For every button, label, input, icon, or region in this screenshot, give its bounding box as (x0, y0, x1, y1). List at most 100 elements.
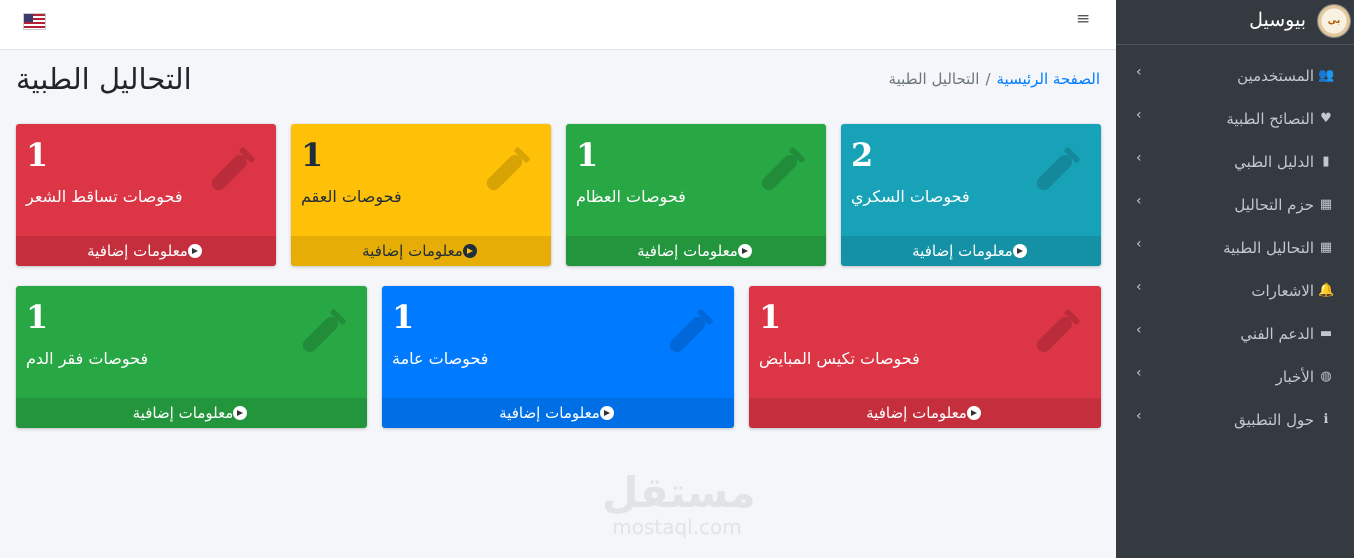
vial-icon (1036, 147, 1080, 191)
chevron-left-icon: ‹ (1136, 279, 1142, 295)
sidebar-item-label: حول التطبيق (1234, 411, 1314, 429)
box-count: 1 (576, 136, 599, 174)
top-navbar: ≡ (0, 0, 1116, 50)
box-title: فحوصات تكيس المبايض (759, 349, 920, 368)
more-info-link[interactable]: معلومات إضافية (841, 236, 1101, 266)
page-title: التحاليل الطبية (16, 62, 192, 96)
bars-icon[interactable]: ≡ (1076, 9, 1090, 29)
sidebar-item-news[interactable]: ◍ الأخبار ‹ (1116, 359, 1354, 402)
breadcrumb-home-link[interactable]: الصفحة الرئيسية (997, 70, 1101, 88)
table-icon: ▦ (1319, 197, 1333, 212)
box-count: 1 (26, 298, 49, 336)
arrow-circle-right-icon (233, 406, 248, 420)
more-info-label: معلومات إضافية (912, 242, 1013, 260)
more-info-label: معلومات إضافية (132, 404, 234, 422)
chevron-left-icon: ‹ (1136, 322, 1142, 338)
watermark: مستقل mostaql.com (602, 468, 756, 539)
chevron-left-icon: ‹ (1136, 408, 1142, 424)
arrow-circle-right-icon (462, 244, 477, 258)
sidebar-item-medical-guide[interactable]: ▮ الدليل الطبي ‹ (1116, 144, 1354, 187)
box-title: فحوصات تساقط الشعر (26, 187, 183, 206)
brand-name: بيوسيل (1249, 9, 1306, 31)
more-info-label: معلومات إضافية (637, 242, 738, 260)
small-box-anemia: 1 فحوصات فقر الدم معلومات إضافية (16, 286, 367, 428)
more-info-label: معلومات إضافية (362, 242, 463, 260)
box-title: فحوصات فقر الدم (26, 349, 149, 368)
info-icon: ℹ (1323, 412, 1329, 427)
breadcrumb: الصفحة الرئيسية / التحاليل الطبية (889, 70, 1100, 88)
sidebar-item-medical-tests[interactable]: ▦ التحاليل الطبية ‹ (1116, 230, 1354, 273)
sidebar-item-label: الاشعارات (1251, 282, 1314, 300)
vial-icon (1036, 309, 1080, 353)
box-count: 1 (392, 298, 415, 336)
chevron-left-icon: ‹ (1136, 150, 1142, 166)
watermark-latin: mostaql.com (612, 515, 742, 539)
table-icon: ▦ (1319, 240, 1333, 255)
chevron-left-icon: ‹ (1136, 236, 1142, 252)
users-icon: 👥 (1318, 68, 1335, 83)
small-box-diabetes: 2 فحوصات السكري معلومات إضافية (841, 124, 1101, 266)
small-box-pcos: 1 فحوصات تكيس المبايض معلومات إضافية (749, 286, 1101, 428)
sidebar-item-label: الدعم الفني (1240, 325, 1314, 343)
more-info-link[interactable]: معلومات إضافية (749, 398, 1101, 428)
chevron-left-icon: ‹ (1136, 64, 1142, 80)
box-count: 1 (26, 136, 49, 174)
box-count: 1 (759, 298, 782, 336)
us-flag-icon[interactable] (24, 14, 45, 29)
sidebar-item-label: المستخدمين (1237, 67, 1314, 85)
sidebar-item-medical-tips[interactable]: ♥ النصائح الطبية ‹ (1116, 101, 1354, 144)
heartbeat-icon: ♥ (1320, 111, 1332, 126)
arrow-circle-right-icon (1012, 244, 1027, 258)
sidebar-item-label: الدليل الطبي (1234, 153, 1314, 171)
more-info-label: معلومات إضافية (866, 404, 967, 422)
vial-icon (302, 309, 346, 353)
arrow-circle-right-icon (599, 406, 614, 420)
book-icon: ▮ (1322, 154, 1330, 169)
box-count: 1 (301, 136, 324, 174)
box-title: فحوصات العقم (301, 187, 402, 206)
small-box-infertility: 1 فحوصات العقم معلومات إضافية (291, 124, 551, 266)
breadcrumb-separator: / (985, 70, 991, 88)
more-info-label: معلومات إضافية (87, 242, 188, 260)
more-info-label: معلومات إضافية (499, 404, 600, 422)
box-title: فحوصات العظام (576, 187, 686, 206)
more-info-link[interactable]: معلومات إضافية (16, 236, 276, 266)
vial-icon (761, 147, 805, 191)
chevron-left-icon: ‹ (1136, 365, 1142, 381)
small-box-general: 1 فحوصات عامة معلومات إضافية (382, 286, 734, 428)
box-title: فحوصات عامة (392, 349, 489, 368)
sidebar-item-about[interactable]: ℹ حول التطبيق ‹ (1116, 402, 1354, 445)
more-info-link[interactable]: معلومات إضافية (291, 236, 551, 266)
arrow-circle-right-icon (187, 244, 202, 258)
sidebar-item-test-packages[interactable]: ▦ حزم التحاليل ‹ (1116, 187, 1354, 230)
bell-icon: 🔔 (1318, 283, 1335, 298)
sidebar-item-support[interactable]: ▬ الدعم الفني ‹ (1116, 316, 1354, 359)
vial-icon (669, 309, 713, 353)
watermark-arabic: مستقل (602, 468, 756, 517)
more-info-link[interactable]: معلومات إضافية (566, 236, 826, 266)
chevron-left-icon: ‹ (1136, 107, 1142, 123)
arrow-circle-right-icon (737, 244, 752, 258)
sidebar-item-label: حزم التحاليل (1234, 196, 1314, 214)
sidebar-item-label: التحاليل الطبية (1223, 239, 1314, 257)
arrow-circle-right-icon (966, 406, 981, 420)
breadcrumb-current: التحاليل الطبية (888, 70, 980, 88)
sidebar-item-users[interactable]: 👥 المستخدمين ‹ (1116, 58, 1354, 101)
more-info-link[interactable]: معلومات إضافية (16, 398, 367, 428)
more-info-link[interactable]: معلومات إضافية (382, 398, 734, 428)
brand-logo: بي (1318, 5, 1350, 37)
chevron-left-icon: ‹ (1136, 193, 1142, 209)
vial-icon (211, 147, 255, 191)
sidebar-menu: 👥 المستخدمين ‹ ♥ النصائح الطبية ‹ ▮ الدل… (1116, 58, 1354, 445)
globe-icon: ◍ (1320, 369, 1332, 384)
ticket-icon: ▬ (1319, 326, 1333, 341)
sidebar-item-label: الأخبار (1275, 368, 1314, 386)
sidebar: بي بيوسيل 👥 المستخدمين ‹ ♥ النصائح الطبي… (1116, 0, 1354, 558)
vial-icon (486, 147, 530, 191)
small-box-hair-loss: 1 فحوصات تساقط الشعر معلومات إضافية (16, 124, 276, 266)
sidebar-item-notifications[interactable]: 🔔 الاشعارات ‹ (1116, 273, 1354, 316)
box-count: 2 (851, 136, 874, 174)
sidebar-item-label: النصائح الطبية (1226, 110, 1314, 128)
brand[interactable]: بي بيوسيل (1116, 0, 1354, 45)
box-title: فحوصات السكري (851, 187, 970, 206)
